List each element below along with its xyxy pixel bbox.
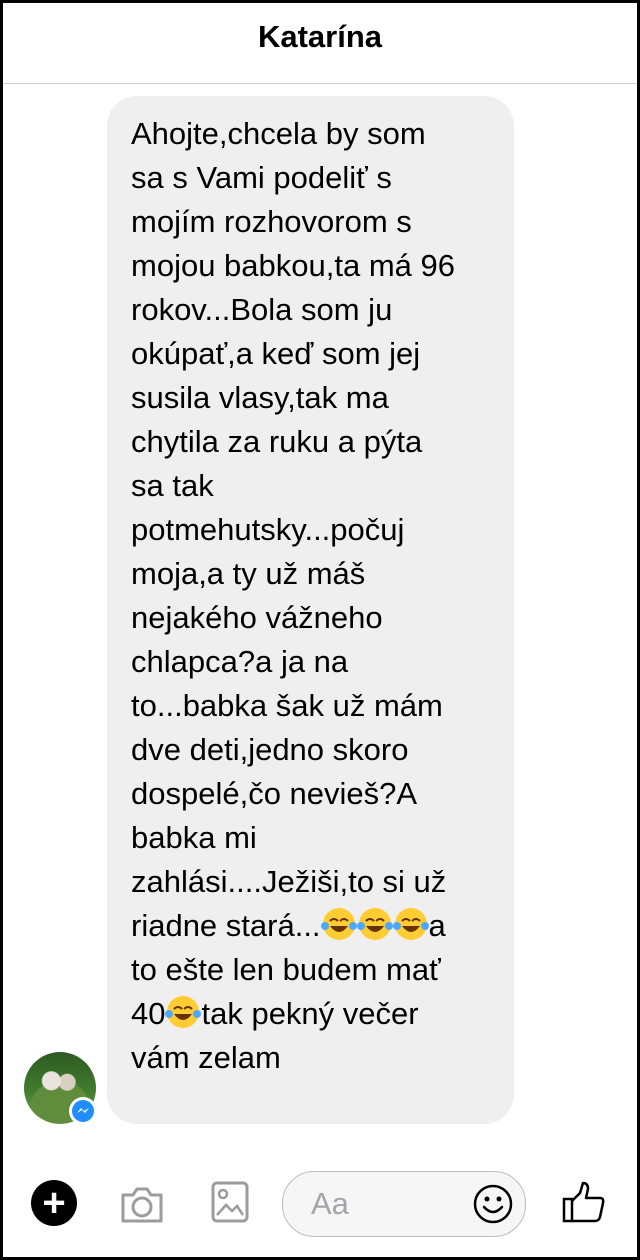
message-line: dve deti,jedno skoro xyxy=(131,732,409,767)
message-line: vám zelam xyxy=(131,1040,281,1075)
message-line: mojou babkou,ta má 96 xyxy=(131,248,455,283)
message-line: chlapca?a ja na xyxy=(131,644,349,679)
message-line: zahlási....Ježiši,to si už xyxy=(131,864,447,899)
message-line: mojím rozhovorom s xyxy=(131,204,412,239)
add-button[interactable]: + xyxy=(31,1180,77,1226)
camera-icon[interactable] xyxy=(119,1183,165,1225)
message-line: okúpať,a keď som jej xyxy=(131,336,421,371)
message-line: 40 xyxy=(131,996,166,1031)
thumbs-up-icon[interactable] xyxy=(561,1179,607,1225)
message-line: sa s Vami podeliť s xyxy=(131,160,392,195)
message-line: tak pekný večer xyxy=(201,996,419,1031)
message-text: Ahojte,chcela by som sa s Vami podeliť s… xyxy=(131,112,503,1080)
laughing-emoji-icon xyxy=(165,996,202,1028)
message-line: to ešte len budem mať xyxy=(131,952,441,987)
image-icon[interactable] xyxy=(211,1181,249,1223)
laughing-emoji-icon xyxy=(320,908,357,940)
message-line: rokov...Bola som ju xyxy=(131,292,393,327)
message-input[interactable]: Aa xyxy=(282,1171,526,1237)
message-line: susila vlasy,tak ma xyxy=(131,380,389,415)
screen: Katarína Ahojte,chcela by som sa s Vami … xyxy=(3,3,637,1257)
smiley-icon[interactable] xyxy=(473,1184,513,1224)
message-line: chytila za ruku a pýta xyxy=(131,424,423,459)
laughing-emoji-icon xyxy=(392,908,429,940)
message-line: dospelé,čo nevieš?A xyxy=(131,776,418,811)
messenger-badge xyxy=(69,1097,97,1125)
message-bubble[interactable]: Ahojte,chcela by som sa s Vami podeliť s… xyxy=(107,96,514,1124)
message-line: to...babka šak už mám xyxy=(131,688,443,723)
message-line: sa tak xyxy=(131,468,214,503)
message-line: babka mi xyxy=(131,820,257,855)
message-input-placeholder: Aa xyxy=(311,1186,349,1221)
message-line: potmehutsky...počuj xyxy=(131,512,405,547)
message-line: riadne stará... xyxy=(131,908,321,943)
message-line: moja,a ty už máš xyxy=(131,556,366,591)
conversation-header: Katarína xyxy=(3,3,637,84)
message-line: Ahojte,chcela by som xyxy=(131,116,426,151)
message-line: nejakého vážneho xyxy=(131,600,383,635)
composer-toolbar: + Aa xyxy=(3,1153,637,1257)
laughing-emoji-icon xyxy=(356,908,393,940)
contact-name[interactable]: Katarína xyxy=(3,19,637,55)
message-line: a xyxy=(428,908,446,943)
messenger-icon xyxy=(72,1100,94,1122)
plus-icon: + xyxy=(42,1181,66,1225)
